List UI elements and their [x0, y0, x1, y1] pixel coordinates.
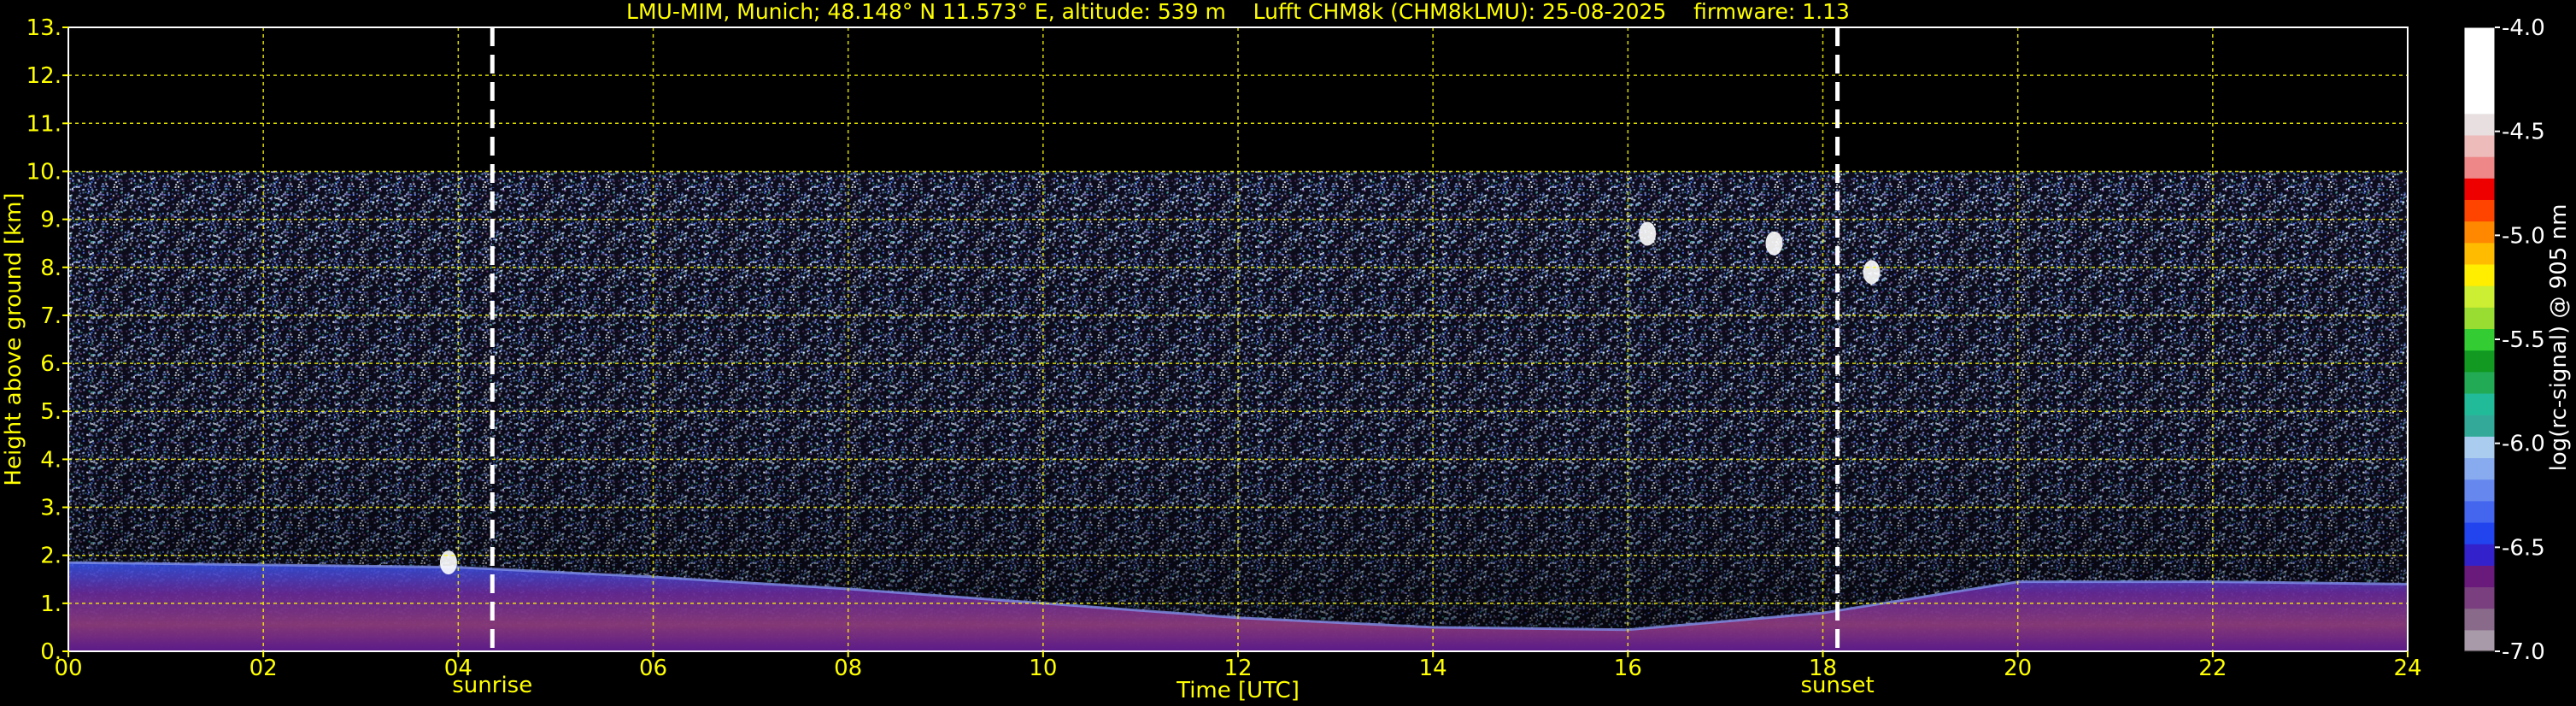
colorbar-segment: [2464, 307, 2495, 330]
colorbar-segment: [2464, 134, 2495, 157]
colorbar-segment: [2464, 328, 2495, 351]
x-tick-label: 16: [1614, 656, 1642, 681]
colorbar-segment: [2464, 392, 2495, 415]
y-tick-label: 2.: [40, 544, 62, 569]
y-tick-label: 4.: [40, 447, 62, 473]
x-tick-label: 24: [2393, 656, 2421, 681]
colorbar-segment: [2464, 178, 2495, 200]
y-tick-label: 3.: [40, 496, 62, 521]
colorbar-segment: [2464, 608, 2495, 631]
y-axis-ticks: 0. 1. 2. 3. 4. 5. 6. 7. 8. 9. 10. 11. 12. 13.: [26, 15, 68, 665]
chart-title: LMU-MIM, Munich; 48.148° N 11.573° E, al…: [626, 0, 1850, 24]
colorbar-segment: [2464, 199, 2495, 222]
colorbar-segment: [2464, 457, 2495, 480]
colorbar-segment: [2464, 544, 2495, 566]
y-tick-label: 11.: [26, 111, 62, 137]
colorbar-segment: [2464, 479, 2495, 502]
x-tick-label: 08: [834, 656, 862, 681]
y-tick-label: 5.: [40, 399, 62, 425]
y-tick-label: 8.: [40, 256, 62, 281]
y-tick-label: 1.: [40, 591, 62, 617]
colorbar: -4.0 -4.5 -5.0 -5.5 -6.0 -6.5 -7.0: [2463, 15, 2545, 665]
y-axis-label: Height above ground [km]: [1, 192, 26, 485]
y-tick-label: 12.: [26, 63, 62, 89]
colorbar-segment: [2464, 586, 2495, 609]
x-tick-label: 20: [2004, 656, 2032, 681]
colorbar-segment: [2464, 436, 2495, 459]
y-tick-label: 10.: [26, 159, 62, 185]
colorbar-segment: [2464, 565, 2495, 588]
x-tick-label: 18: [1809, 656, 1837, 681]
colorbar-segment: [2464, 500, 2495, 523]
x-tick-label: 04: [444, 656, 472, 681]
colorbar-segment: [2464, 27, 2495, 50]
colorbar-segment: [2464, 285, 2495, 308]
colorbar-tick-label: -5.0: [2502, 223, 2545, 249]
colorbar-tick-label: -6.5: [2502, 535, 2545, 561]
colorbar-tick-label: -4.0: [2502, 15, 2545, 41]
y-tick-label: 9.: [40, 208, 62, 233]
x-tick-label: 06: [639, 656, 667, 681]
x-axis-label: Time [UTC]: [1176, 678, 1300, 703]
colorbar-segment: [2464, 263, 2495, 286]
cloud-patch: [439, 550, 457, 575]
y-tick-label: 7.: [40, 303, 62, 329]
cloud-patch: [1765, 231, 1783, 256]
colorbar-segment: [2464, 221, 2495, 244]
x-tick-label: 14: [1419, 656, 1447, 681]
colorbar-tick-label: -7.0: [2502, 639, 2545, 665]
y-tick-label: 13.: [26, 15, 62, 41]
colorbar-segment: [2464, 49, 2495, 71]
y-tick-label: 0.: [40, 639, 62, 665]
colorbar-tick-label: -6.0: [2502, 432, 2545, 457]
colorbar-label: log(rc-signal) @ 905 nm: [2546, 204, 2572, 472]
colorbar-segment: [2464, 156, 2495, 179]
cloud-patch: [1863, 260, 1881, 285]
cloud-patch: [1639, 221, 1657, 246]
y-tick-label: 6.: [40, 351, 62, 377]
colorbar-segment: [2464, 521, 2495, 544]
colorbar-segment: [2464, 371, 2495, 394]
x-tick-label: 02: [249, 656, 278, 681]
colorbar-segment: [2464, 91, 2495, 115]
colorbar-segment: [2464, 350, 2495, 373]
colorbar-segment: [2464, 70, 2495, 93]
colorbar-segment: [2464, 242, 2495, 265]
ceilometer-figure: sunrise sunset 00 02 04 06 08 10 12 14 16 18 20 22 24…: [1, 0, 2572, 703]
colorbar-tick-label: -5.5: [2502, 327, 2545, 353]
colorbar-segment: [2464, 113, 2495, 136]
x-tick-label: 10: [1029, 656, 1057, 681]
colorbar-tick-label: -4.5: [2502, 120, 2545, 145]
colorbar-segment: [2464, 415, 2495, 437]
x-tick-label: 22: [2198, 656, 2227, 681]
x-axis-ticks: 00 02 04 06 08 10 12 14 16 18 20 22 24: [54, 651, 2422, 681]
colorbar-segment: [2464, 629, 2495, 652]
